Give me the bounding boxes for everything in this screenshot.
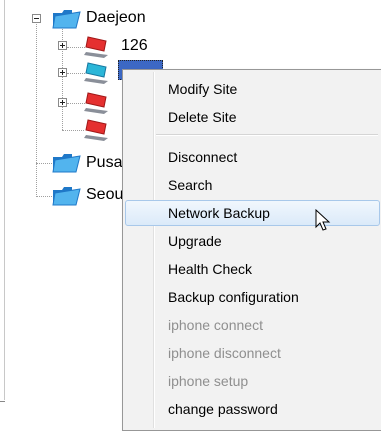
tree-connector xyxy=(62,130,84,131)
tree-connector xyxy=(67,47,85,48)
tree-connector xyxy=(67,73,85,74)
tree-connector xyxy=(67,103,85,104)
collapse-icon[interactable] xyxy=(32,14,41,23)
menu-item-iphone-disconnect[interactable]: iphone disconnect xyxy=(125,340,380,366)
folder-icon xyxy=(52,154,81,173)
menu-item-upgrade[interactable]: Upgrade xyxy=(125,228,380,254)
tree-bottom-tick xyxy=(0,401,5,402)
mouse-pointer-icon xyxy=(315,209,331,231)
menu-item-health-check[interactable]: Health Check xyxy=(125,256,380,282)
tree-node-daejeon[interactable]: Daejeon xyxy=(86,9,146,27)
tree-node-seoul[interactable]: Seoul xyxy=(86,186,127,204)
blue-computer-icon xyxy=(84,62,108,84)
menu-item-disconnect[interactable]: Disconnect xyxy=(125,144,380,170)
context-menu: Modify Site Delete Site Disconnect Searc… xyxy=(122,69,381,431)
menu-item-change-password[interactable]: change password xyxy=(125,396,380,422)
menu-item-network-backup[interactable]: Network Backup xyxy=(125,200,380,226)
folder-icon xyxy=(52,187,81,206)
red-computer-icon xyxy=(84,36,108,58)
menu-item-delete-site[interactable]: Delete Site xyxy=(125,104,380,130)
red-computer-icon xyxy=(84,119,108,141)
tree-left-border xyxy=(4,0,5,400)
folder-icon xyxy=(52,10,81,29)
menu-item-iphone-connect[interactable]: iphone connect xyxy=(125,312,380,338)
expand-icon[interactable] xyxy=(58,41,67,50)
menu-separator xyxy=(156,134,378,136)
red-computer-icon xyxy=(84,92,108,114)
menu-item-backup-configuration[interactable]: Backup configuration xyxy=(125,284,380,310)
menu-item-modify-site[interactable]: Modify Site xyxy=(125,76,380,102)
menu-item-search[interactable]: Search xyxy=(125,172,380,198)
menu-item-iphone-setup[interactable]: iphone setup xyxy=(125,368,380,394)
expand-icon[interactable] xyxy=(58,68,67,77)
tree-connector xyxy=(36,22,37,197)
tree-node-126[interactable]: 126 xyxy=(121,37,148,55)
expand-icon[interactable] xyxy=(58,98,67,107)
